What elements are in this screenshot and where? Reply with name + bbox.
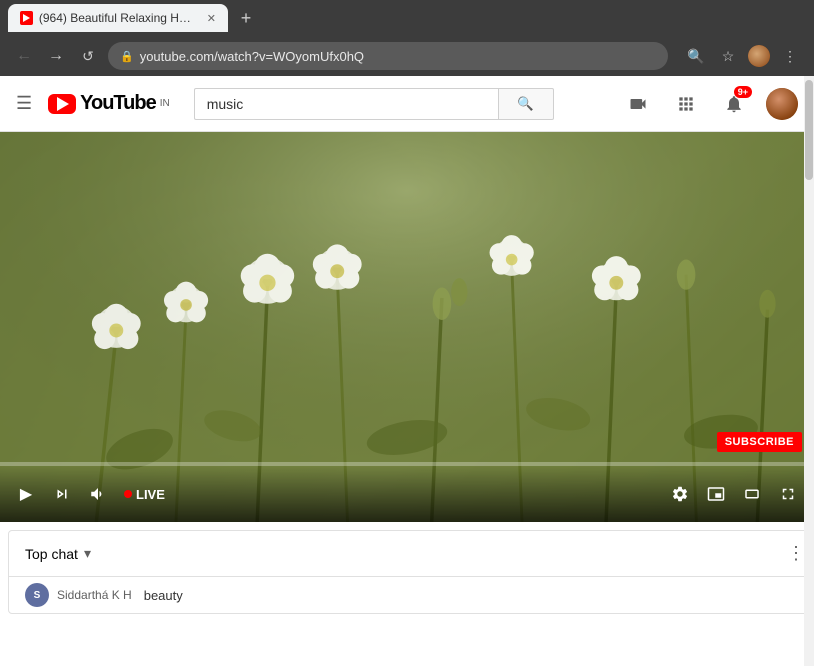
search-icon: 🔍 [517,96,534,112]
notification-badge: 9+ [734,86,752,98]
url-text: youtube.com/watch?v=WOyomUfx0hQ [140,49,656,64]
search-browser-button[interactable]: 🔍 [684,44,708,68]
chat-message-text: beauty [144,588,183,603]
notifications-button[interactable]: 9+ [718,88,750,120]
theater-mode-button[interactable] [738,480,766,508]
search-submit-button[interactable]: 🔍 [498,88,554,120]
chat-user-avatar: S [25,583,49,607]
apps-grid-icon [676,94,696,114]
miniplayer-button[interactable] [702,480,730,508]
youtube-logo[interactable]: YouTube IN [48,92,170,115]
hamburger-menu[interactable]: ☰ [16,93,32,114]
live-label: LIVE [136,487,165,502]
fullscreen-icon [779,485,797,503]
youtube-play-triangle [57,97,69,111]
tab-title: (964) Beautiful Relaxing Hymns, [39,11,197,25]
tab-bar: (964) Beautiful Relaxing Hymns, ✕ + [0,0,814,36]
miniplayer-icon [707,485,725,503]
search-input[interactable] [194,88,498,120]
reload-button[interactable]: ↺ [76,44,100,68]
new-tab-button[interactable]: + [232,4,260,32]
upload-video-button[interactable] [622,88,654,120]
search-bar: 🔍 [194,88,554,120]
youtube-logo-icon [48,94,76,114]
browser-avatar[interactable] [748,45,770,67]
live-badge: LIVE [124,487,165,502]
header-actions: 9+ [622,88,798,120]
video-controls: ▶ LIVE [0,466,814,522]
browser-more-button[interactable]: ⋮ [778,44,802,68]
chat-username: Siddarthá K H [57,588,132,602]
right-controls [666,480,802,508]
chat-section: Top chat ▾ ⋮ S Siddarthá K H beauty [8,530,814,614]
live-dot [124,490,132,498]
skip-next-icon [53,485,71,503]
tab-favicon [20,11,33,25]
forward-button[interactable]: → [44,44,68,68]
next-button[interactable] [48,480,76,508]
scrollbar-thumb[interactable] [805,80,813,180]
volume-icon [89,485,107,503]
bookmark-button[interactable]: ☆ [716,44,740,68]
video-area: SUBSCRIBE ▶ LIVE [0,132,814,666]
apps-grid-button[interactable] [670,88,702,120]
top-chat-label: Top chat [25,546,78,562]
back-button[interactable]: ← [12,44,36,68]
youtube-region: IN [160,98,170,109]
main-content: SUBSCRIBE ▶ LIVE [0,132,814,666]
url-bar[interactable]: 🔒 youtube.com/watch?v=WOyomUfx0hQ [108,42,668,70]
video-camera-icon [628,94,648,114]
browser-actions: 🔍 ☆ ⋮ [684,44,802,68]
subscribe-button[interactable]: SUBSCRIBE [717,432,802,452]
video-player[interactable]: SUBSCRIBE ▶ LIVE [0,132,814,522]
youtube-header: ☰ YouTube IN 🔍 9+ [0,76,814,132]
fullscreen-button[interactable] [774,480,802,508]
youtube-logo-text: YouTube [80,92,156,115]
address-bar: ← → ↺ 🔒 youtube.com/watch?v=WOyomUfx0hQ … [0,36,814,76]
active-tab[interactable]: (964) Beautiful Relaxing Hymns, ✕ [8,4,228,32]
chat-title: Top chat ▾ [25,545,91,562]
tab-close-button[interactable]: ✕ [207,12,216,25]
user-avatar[interactable] [766,88,798,120]
lock-icon: 🔒 [120,50,134,63]
settings-button[interactable] [666,480,694,508]
chat-more-button[interactable]: ⋮ [787,543,805,564]
chat-header: Top chat ▾ ⋮ [9,531,814,577]
chat-message: S Siddarthá K H beauty [9,577,814,613]
theater-icon [743,485,761,503]
mute-button[interactable] [84,480,112,508]
scrollbar[interactable] [804,76,814,666]
chat-dropdown-button[interactable]: ▾ [84,545,91,562]
play-button[interactable]: ▶ [12,480,40,508]
settings-icon [671,485,689,503]
